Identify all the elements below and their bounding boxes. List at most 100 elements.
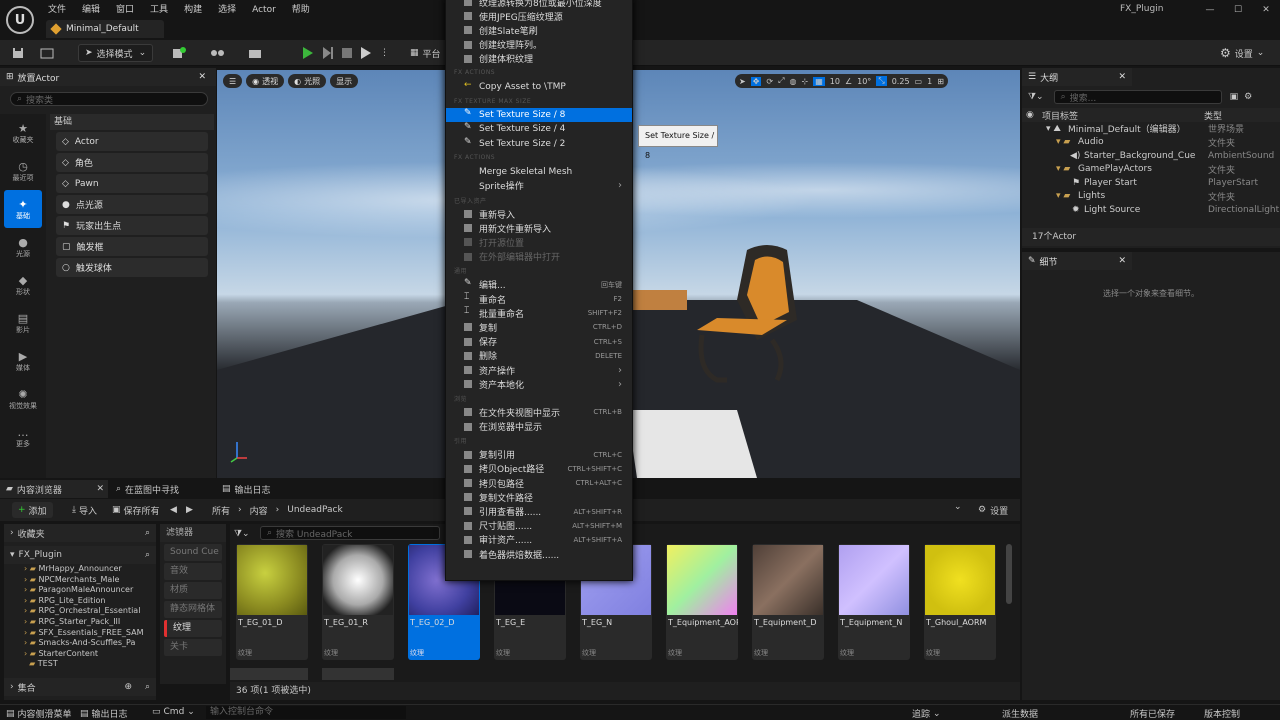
menu-item-shader-cook[interactable]: 着色器烘焙数据...... [446,547,632,561]
filter-dropdown-icon[interactable]: ⧩⌄ [234,527,250,541]
filter-item[interactable]: 材质 [164,582,222,599]
menu-item-rename[interactable]: ⌶ 重命名 F2 [446,292,632,306]
search-icon[interactable]: ⌕ [145,528,150,538]
viewport-menu-icon[interactable]: ☰ [223,74,243,88]
close-icon[interactable]: ✕ [198,72,206,82]
add-folder-icon[interactable]: ▣ [1230,92,1239,102]
asset-tile[interactable]: T_EG_01_D 纹理 [236,544,308,660]
cinematics-icon[interactable] [248,44,262,62]
maximize-icon[interactable]: ☐ [1224,2,1252,18]
scale-snap-value[interactable]: 0.25 [892,77,910,86]
favorites-header[interactable]: › 收藏夹 ⌕ [4,524,156,542]
source-control-button[interactable]: 版本控制 [1204,707,1240,720]
menu-item-sprite[interactable]: Sprite操作 › [446,179,632,193]
actor-item[interactable]: ● 点光源 [56,195,208,214]
filter-item[interactable]: Sound Cue [164,544,222,561]
menu-item-size-2[interactable]: ✎ Set Texture Size / 2 [446,137,632,151]
all-saved-button[interactable]: 所有已保存 [1130,707,1175,720]
cmd-dropdown[interactable]: ▭ Cmd ⌄ [152,707,195,717]
menu-actor[interactable]: Actor [244,2,284,18]
filter-item[interactable]: 关卡 [164,639,222,656]
outliner-row[interactable]: ◀) Starter_Background_Cue AmbientSound [1022,149,1280,163]
platforms-button[interactable]: ▦ 平台 [410,44,441,62]
menu-item-show-in-folder[interactable]: 在文件夹视图中显示 CTRL+B [446,405,632,419]
tab-find-in-blueprint[interactable]: ⌕ 在蓝图中寻找 [116,480,179,498]
blueprint-icon[interactable] [210,44,224,62]
menu-item-copy-tmp[interactable]: ← Copy Asset to \TMP [446,80,632,94]
save-all-button[interactable]: ▣ 保存所有 [112,502,160,518]
outliner-tab[interactable]: ☰ 大纲 ✕ [1022,68,1132,86]
outliner-row[interactable]: ▾ ▰ Lights 文件夹 [1022,190,1280,204]
grid-scrollbar[interactable] [1006,544,1012,604]
category-basic[interactable]: ✦ 基础 [4,190,42,228]
menu-item-slate-brush[interactable]: 创建Slate笔刷 [446,23,632,37]
column-label-header[interactable]: 项目标签 [1042,109,1078,122]
history-forward-icon[interactable]: ▶ [186,502,193,518]
menu-file[interactable]: 文件 [40,2,74,18]
actor-item[interactable]: ⚑ 玩家出生点 [56,216,208,235]
menu-item-open-source[interactable]: 打开源位置 [446,235,632,249]
level-tab[interactable]: Minimal_Default [46,20,164,38]
derived-data-button[interactable]: 派生数据 [1002,707,1038,720]
folder-item[interactable]: › ▰ RPG_Lite_Edition [24,596,156,607]
category-shapes[interactable]: ◆ 形状 [0,266,46,304]
close-icon[interactable]: ✕ [1118,256,1126,266]
asset-tile[interactable]: T_Ghoul_AORM 纹理 [924,544,996,660]
layout-icon[interactable]: ⊞ [937,77,944,86]
settings-button[interactable]: ⚙ 设置 ⌄ [1220,44,1264,62]
menu-build[interactable]: 构建 [176,2,210,18]
folder-item[interactable]: › ▰ Smacks-And-Scuffles_Pa [24,638,156,649]
move-icon[interactable]: ✥ [750,76,762,86]
show-button[interactable]: 显示 [330,74,359,88]
folder-item[interactable]: › ▰ MrHappy_Announcer [24,564,156,575]
rotate-icon[interactable]: ⟳ [766,77,773,86]
scale-snap-icon[interactable]: ⤡ [876,76,887,86]
outliner-row[interactable]: ✹ Light Source DirectionalLight [1022,203,1280,217]
outliner-row[interactable]: ▾ ▰ Audio 文件夹 [1022,136,1280,150]
actor-item[interactable]: ▢ 触发框 [56,237,208,256]
tab-content-browser[interactable]: ▰ 内容浏览器 ✕ [0,480,108,498]
menu-item-save[interactable]: 保存 CTRL+S [446,335,632,349]
category-lights[interactable]: ● 光源 [0,228,46,266]
column-type-header[interactable]: 类型 [1204,109,1222,122]
menu-item-copy-file-path[interactable]: 复制文件路径 [446,490,632,504]
asset-tile[interactable]: T_Equipment_N 纹理 [838,544,910,660]
chevron-down-icon[interactable]: ⌄ [954,502,962,512]
menu-item-texture-array[interactable]: 创建纹理阵列。 [446,38,632,52]
place-actors-tab[interactable]: ⊞ 放置Actor ✕ [0,68,216,86]
asset-search-input[interactable]: ⌕ 搜索 UndeadPack [260,526,440,540]
rotation-snap-icon[interactable]: ∠ [845,77,852,86]
surface-snap-icon[interactable]: ⊹ [802,77,809,86]
add-button[interactable]: + 添加 [12,502,53,518]
close-icon[interactable]: ✕ [1252,2,1280,18]
content-drawer-button[interactable]: ▤ 内容侧滑菜单 [6,707,72,720]
import-button[interactable]: ⤓ 导入 [72,502,97,518]
add-actor-icon[interactable] [172,44,186,62]
filter-item-active[interactable]: 纹理 [164,620,222,637]
perspective-button[interactable]: ◉ 透视 [246,74,285,88]
select-icon[interactable]: ➤ [739,77,746,86]
collections-header[interactable]: › 集合 ⊕ ⌕ [4,678,156,696]
root-folder-header[interactable]: ▾ FX_Plugin ⌕ [4,546,156,564]
search-icon[interactable]: ⌕ [145,550,150,560]
stop-icon[interactable] [341,44,353,62]
menu-item-size-4[interactable]: ✎ Set Texture Size / 4 [446,122,632,136]
menu-item-convert-8bit[interactable]: 纹理源转换为8位或最小位深度 [446,0,632,9]
folder-item[interactable]: › ▰ SFX_Essentials_FREE_SAM [24,628,156,639]
category-visual-effects[interactable]: ✺ 视觉效果 [0,380,46,418]
menu-item-audit-assets[interactable]: 审计资产...... ALT+SHIFT+A [446,533,632,547]
filter-icon[interactable]: ⧩⌄ [1028,92,1044,102]
trace-button[interactable]: 追踪 ⌄ [912,707,941,720]
outliner-search-input[interactable]: ⌕ 搜索... [1053,90,1222,104]
actor-item[interactable]: ○ 触发球体 [56,258,208,277]
menu-item-localization[interactable]: 资产本地化 › [446,377,632,391]
filter-item[interactable]: 静态网格体 [164,601,222,618]
actor-item[interactable]: ◇ 角色 [56,153,208,172]
eye-icon[interactable]: ◉ [1026,110,1034,120]
more-options-icon[interactable]: ⋮ [380,44,389,62]
menu-item-size-map[interactable]: 尺寸贴图...... ALT+SHIFT+M [446,519,632,533]
content-icon[interactable] [40,44,54,62]
menu-item-delete[interactable]: 删除 DELETE [446,349,632,363]
category-more[interactable]: … 更多 [0,418,46,456]
tab-output-log[interactable]: ▤ 输出日志 [222,480,271,498]
